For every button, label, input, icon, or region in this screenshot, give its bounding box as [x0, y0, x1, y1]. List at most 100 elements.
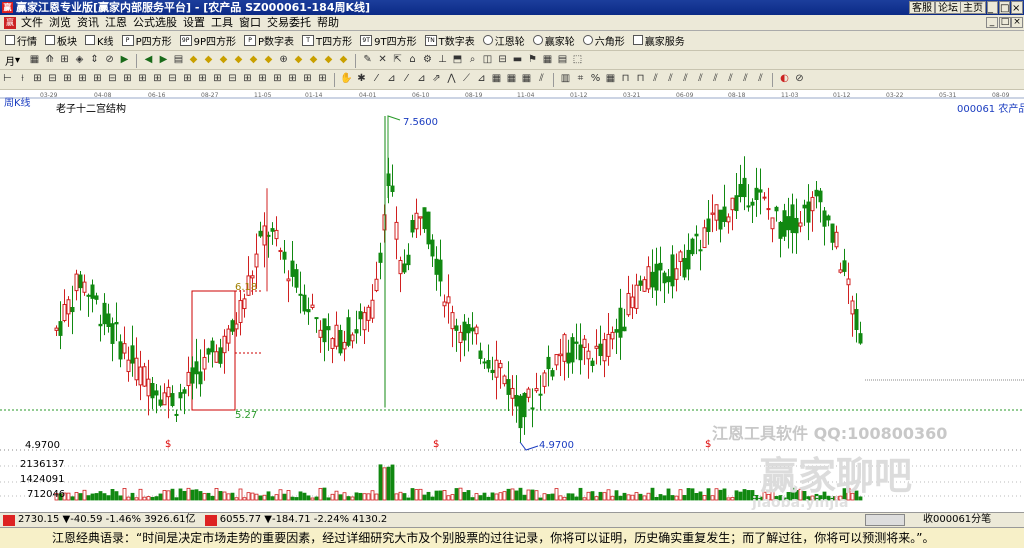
- toolbar-button[interactable]: 六角形: [582, 31, 626, 49]
- analysis-tool-icon[interactable]: ⊞: [316, 72, 329, 86]
- chart-area[interactable]: 03-29 04-08 06-16 08-27 11-05 01-14 04-01 06-10…: [0, 90, 1024, 511]
- analysis-tool-icon[interactable]: ⊟: [106, 72, 119, 86]
- analysis-tool-icon[interactable]: ⫽: [739, 72, 752, 86]
- analysis-tool-icon[interactable]: ⊟: [166, 72, 179, 86]
- toolbar-button[interactable]: 赢家服务: [632, 31, 686, 49]
- analysis-tool-icon[interactable]: ⋀: [445, 72, 458, 86]
- maximize-button[interactable]: □: [999, 1, 1010, 14]
- analysis-tool-icon[interactable]: %: [589, 72, 602, 86]
- analysis-tool-icon[interactable]: ⊞: [76, 72, 89, 86]
- toolbar-button[interactable]: 行情: [4, 31, 38, 49]
- drawing-tool-icon[interactable]: ◆: [262, 53, 275, 67]
- analysis-tool-icon[interactable]: ⊢: [1, 72, 14, 86]
- analysis-tool-icon[interactable]: ⊞: [241, 72, 254, 86]
- analysis-tool-icon[interactable]: ⫽: [679, 72, 692, 86]
- analysis-tool-icon[interactable]: ⊟: [226, 72, 239, 86]
- drawing-tool-icon[interactable]: ▦: [28, 53, 41, 67]
- drawing-tool-icon[interactable]: ▤: [172, 53, 185, 67]
- drawing-tool-icon[interactable]: ◆: [292, 53, 305, 67]
- analysis-tool-icon[interactable]: ⊞: [121, 72, 134, 86]
- analysis-tool-icon[interactable]: ⊞: [61, 72, 74, 86]
- toolbar-button[interactable]: P P四方形: [121, 31, 173, 49]
- analysis-tool-icon[interactable]: ⟋: [460, 72, 473, 86]
- analysis-tool-icon[interactable]: ⊞: [301, 72, 314, 86]
- service-link-button[interactable]: 客服: [909, 1, 935, 14]
- drawing-tool-icon[interactable]: ◈: [73, 53, 86, 67]
- toolbar-button[interactable]: P P数字表: [243, 31, 295, 49]
- toolbar-button[interactable]: 板块: [44, 31, 78, 49]
- analysis-tool-icon[interactable]: ◐: [778, 72, 791, 86]
- analysis-tool-icon[interactable]: ⌗: [574, 72, 587, 86]
- analysis-tool-icon[interactable]: ⊓: [634, 72, 647, 86]
- toolbar-button[interactable]: 赢家轮: [532, 31, 576, 49]
- analysis-tool-icon[interactable]: ⊘: [793, 72, 806, 86]
- analysis-tool-icon[interactable]: ⊟: [46, 72, 59, 86]
- drawing-tool-icon[interactable]: ◆: [232, 53, 245, 67]
- analysis-tool-icon[interactable]: ⟊: [16, 72, 29, 86]
- toolbar-button[interactable]: K线: [84, 31, 115, 49]
- analysis-tool-icon[interactable]: ▥: [559, 72, 572, 86]
- analysis-tool-icon[interactable]: ⊞: [256, 72, 269, 86]
- analysis-tool-icon[interactable]: ⫽: [535, 72, 548, 86]
- drawing-tool-icon[interactable]: ⊟: [496, 53, 509, 67]
- analysis-tool-icon[interactable]: ⊿: [475, 72, 488, 86]
- homepage-link-button[interactable]: 主页: [960, 1, 986, 14]
- drawing-tool-icon[interactable]: ◆: [202, 53, 215, 67]
- analysis-tool-icon[interactable]: ⊞: [151, 72, 164, 86]
- drawing-tool-icon[interactable]: ◆: [337, 53, 350, 67]
- analysis-tool-icon[interactable]: ⫽: [649, 72, 662, 86]
- drawing-tool-icon[interactable]: ⊥: [436, 53, 449, 67]
- drawing-tool-icon[interactable]: ⚙: [421, 53, 434, 67]
- drawing-tool-icon[interactable]: ◫: [481, 53, 494, 67]
- drawing-tool-icon[interactable]: ◆: [217, 53, 230, 67]
- drawing-tool-icon[interactable]: ◆: [187, 53, 200, 67]
- drawing-tool-icon[interactable]: ▤: [556, 53, 569, 67]
- analysis-tool-icon[interactable]: ▦: [505, 72, 518, 86]
- drawing-tool-icon[interactable]: ⬒: [451, 53, 464, 67]
- analysis-tool-icon[interactable]: ⫽: [694, 72, 707, 86]
- drawing-tool-icon[interactable]: ⇕: [88, 53, 101, 67]
- drawing-tool-icon[interactable]: ◆: [247, 53, 260, 67]
- menu-item[interactable]: 文件: [18, 15, 46, 31]
- analysis-tool-icon[interactable]: ⊓: [619, 72, 632, 86]
- toolbar-button[interactable]: 9T 9T四方形: [359, 31, 417, 49]
- analysis-tool-icon[interactable]: ⊿: [385, 72, 398, 86]
- drawing-tool-icon[interactable]: ✎: [361, 53, 374, 67]
- toolbar-button[interactable]: TN T数字表: [424, 31, 476, 49]
- drawing-tool-icon[interactable]: ⬚: [571, 53, 584, 67]
- minimize-button[interactable]: _: [987, 1, 998, 14]
- analysis-tool-icon[interactable]: ⊞: [31, 72, 44, 86]
- status-scrollbar[interactable]: [865, 514, 905, 526]
- analysis-tool-icon[interactable]: ⫽: [664, 72, 677, 86]
- forum-link-button[interactable]: 论坛: [935, 1, 961, 14]
- menu-item[interactable]: 交易委托: [264, 15, 314, 31]
- analysis-tool-icon[interactable]: ⊞: [91, 72, 104, 86]
- analysis-tool-icon[interactable]: ▦: [604, 72, 617, 86]
- menu-item[interactable]: 资讯: [74, 15, 102, 31]
- analysis-tool-icon[interactable]: ⊞: [271, 72, 284, 86]
- menu-item[interactable]: 工具: [208, 15, 236, 31]
- analysis-tool-icon[interactable]: ⊞: [136, 72, 149, 86]
- doc-close-button[interactable]: ×: [1011, 17, 1023, 28]
- menu-item[interactable]: 公式选股: [130, 15, 180, 31]
- analysis-tool-icon[interactable]: ▦: [520, 72, 533, 86]
- analysis-tool-icon[interactable]: ⁄: [400, 72, 413, 86]
- toolbar-button[interactable]: T T四方形: [301, 31, 353, 49]
- analysis-tool-icon[interactable]: ⇗: [430, 72, 443, 86]
- analysis-tool-icon[interactable]: ▦: [490, 72, 503, 86]
- close-button[interactable]: ×: [1011, 1, 1023, 14]
- drawing-tool-icon[interactable]: ◀: [142, 53, 155, 67]
- drawing-tool-icon[interactable]: ⊕: [277, 53, 290, 67]
- period-selector[interactable]: 月 ▾: [4, 51, 21, 69]
- analysis-tool-icon[interactable]: ✋: [340, 72, 353, 86]
- drawing-tool-icon[interactable]: ⌂: [406, 53, 419, 67]
- analysis-tool-icon[interactable]: ⫽: [724, 72, 737, 86]
- menu-item[interactable]: 窗口: [236, 15, 264, 31]
- drawing-tool-icon[interactable]: ⊘: [103, 53, 116, 67]
- doc-minimize-button[interactable]: _: [986, 17, 998, 28]
- analysis-tool-icon[interactable]: ⊞: [196, 72, 209, 86]
- menu-item[interactable]: 江恩: [102, 15, 130, 31]
- toolbar-button[interactable]: 江恩轮: [482, 31, 526, 49]
- drawing-tool-icon[interactable]: ▦: [541, 53, 554, 67]
- drawing-tool-icon[interactable]: ▶: [118, 53, 131, 67]
